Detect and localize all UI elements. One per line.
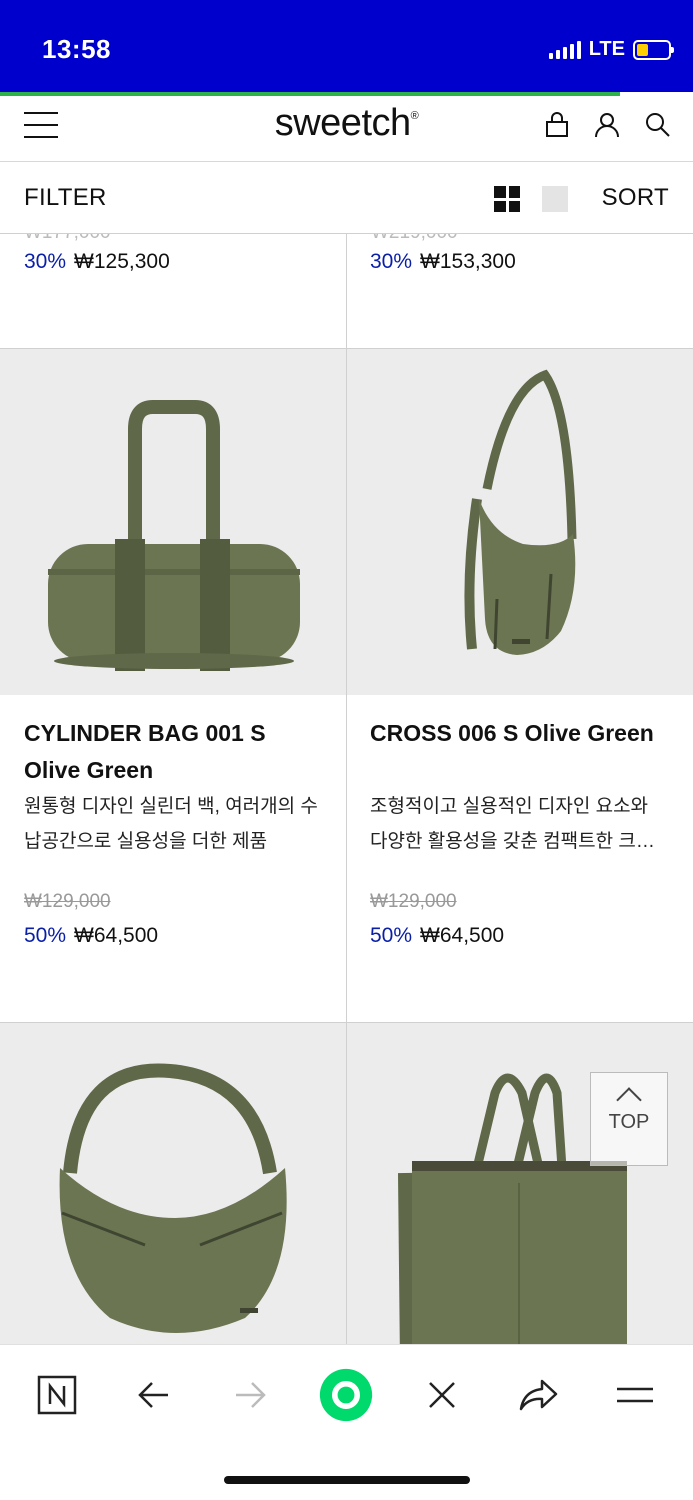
sale-price: ₩153,300 [420, 250, 516, 273]
scroll-top-button[interactable]: TOP [590, 1072, 668, 1166]
naver-n-icon [37, 1375, 77, 1415]
sale-price: ₩125,300 [74, 250, 170, 273]
status-time: 13:58 [42, 34, 111, 64]
home-indicator [224, 1476, 470, 1484]
original-price: ₩129,000 [24, 891, 111, 912]
product-image-hobo-bag[interactable] [0, 1023, 346, 1344]
product-image-cross-bag[interactable] [347, 349, 693, 695]
share-button[interactable] [510, 1367, 566, 1423]
share-icon [519, 1379, 558, 1411]
original-price: ₩177,000 [24, 234, 111, 244]
sale-price: ₩64,500 [74, 924, 159, 947]
single-view-icon[interactable] [542, 186, 568, 212]
search-icon[interactable] [643, 110, 671, 140]
original-price: ₩129,000 [370, 891, 457, 912]
product-description: 원통형 디자인 실린더 백, 여러개의 수납공간으로 실용성을 더한 제품 [24, 796, 318, 852]
filter-button[interactable]: FILTER [24, 184, 107, 212]
product-image-cylinder-bag[interactable] [0, 349, 346, 695]
discount-rate: 50% [370, 924, 413, 947]
site-header: sweetch® [0, 96, 693, 162]
price-row: 50% ₩64,500 [24, 924, 158, 948]
discount-rate: 30% [24, 250, 67, 273]
price-row: 30% ₩153,300 [370, 250, 516, 274]
top-label: TOP [608, 1111, 650, 1133]
status-indicators: LTE [548, 38, 674, 61]
discount-rate: 30% [370, 250, 413, 273]
chevron-up-icon [616, 1087, 642, 1113]
product-card[interactable]: ₩177,000 30% ₩125,300 [0, 234, 346, 348]
product-name[interactable]: CYLINDER BAG 001 S Olive Green [24, 715, 324, 789]
green-dot-button[interactable] [316, 1365, 376, 1425]
arrow-left-icon [138, 1382, 168, 1408]
browser-menu-button[interactable] [607, 1367, 663, 1423]
sale-price: ₩64,500 [420, 924, 505, 947]
filter-sort-bar: FILTER SORT [0, 162, 693, 234]
menu-lines-icon [617, 1387, 653, 1403]
price-row: 30% ₩125,300 [24, 250, 170, 274]
sort-button[interactable]: SORT [602, 184, 669, 212]
original-price: ₩219,000 [371, 234, 458, 244]
account-icon[interactable] [593, 110, 621, 140]
close-icon [429, 1382, 455, 1408]
shopping-bag-icon[interactable] [543, 110, 571, 140]
battery-icon [633, 39, 674, 60]
product-grid: ₩177,000 30% ₩125,300 ₩219,000 30% ₩153,30… [0, 234, 693, 1344]
grid-view-icon[interactable] [494, 186, 520, 212]
forward-button[interactable] [222, 1367, 278, 1423]
product-description: 조형적이고 실용적인 디자인 요소와 다양한 활용성을 갖춘 컴팩트한 크로스백 [370, 796, 654, 852]
back-button[interactable] [126, 1367, 182, 1423]
price-row: 50% ₩64,500 [370, 924, 504, 948]
arrow-right-icon [236, 1382, 266, 1408]
naver-home-button[interactable] [29, 1367, 85, 1423]
product-name[interactable]: CROSS 006 S Olive Green [370, 715, 670, 752]
product-card[interactable]: CYLINDER BAG 001 S Olive Green 원통형 디자인 실… [0, 349, 346, 1022]
network-label: LTE [588, 38, 625, 60]
close-tab-button[interactable] [414, 1367, 470, 1423]
product-card[interactable]: ₩219,000 30% ₩153,300 [347, 234, 693, 348]
green-dot-icon [319, 1368, 373, 1422]
discount-rate: 50% [24, 924, 67, 947]
signal-icon [548, 40, 581, 59]
status-bar: 13:58 LTE [0, 0, 693, 92]
product-card[interactable]: CROSS 006 S Olive Green 조형적이고 실용적인 디자인 요… [347, 349, 693, 1022]
